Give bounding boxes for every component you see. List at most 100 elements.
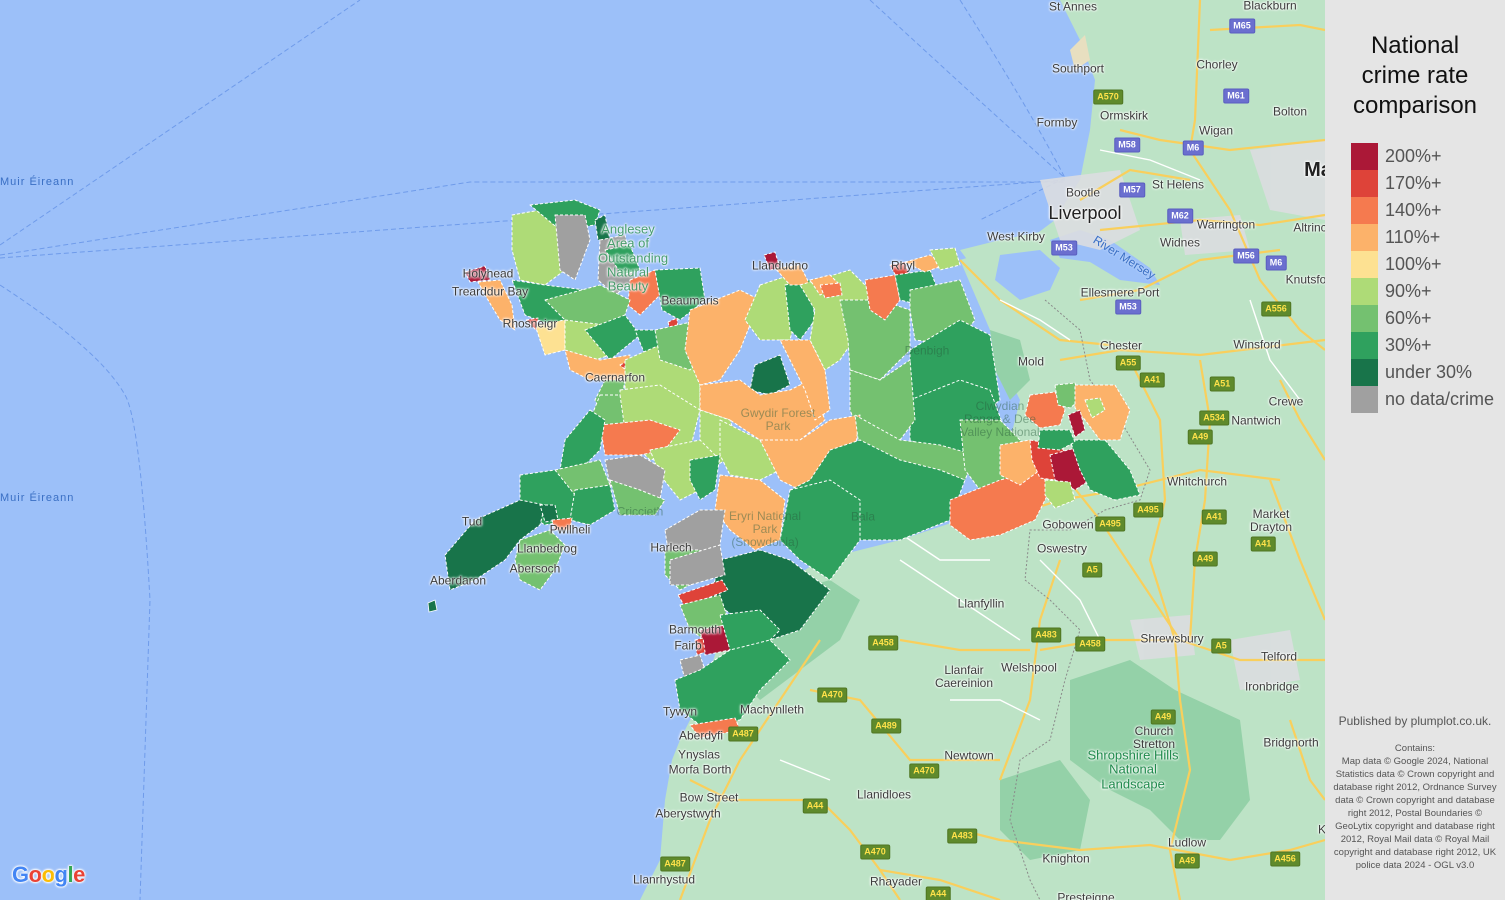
- road-shield: M65: [1229, 18, 1255, 34]
- place-label: Oswestry: [1036, 541, 1088, 556]
- legend-swatch: [1351, 197, 1378, 224]
- place-label: Rhayader: [869, 874, 923, 889]
- place-label: Telford: [1260, 649, 1298, 664]
- legend-title-line: comparison: [1352, 92, 1478, 119]
- road-shield: M53: [1051, 240, 1077, 256]
- road-shield: M6: [1265, 255, 1287, 271]
- legend-item-under-30: under 30%: [1351, 359, 1494, 386]
- legend-swatch: [1351, 143, 1378, 170]
- place-label: West Kirby: [987, 229, 1045, 244]
- place-label: Llanfair Caereinion: [934, 662, 994, 690]
- region-30[interactable]: [569, 484, 616, 526]
- place-label: Bridgnorth: [1263, 735, 1319, 750]
- sea-label: Muir Éireann: [0, 492, 75, 504]
- legend-title-line: crime rate: [1361, 62, 1469, 89]
- place-label: Harlech: [650, 540, 692, 555]
- legend-label: 90%+: [1385, 281, 1432, 301]
- legend-label: 140%+: [1385, 200, 1442, 220]
- place-label: Llanfyllin: [957, 596, 1005, 611]
- place-label: Knutsfo: [1285, 272, 1325, 287]
- place-label: Ormskirk: [1100, 108, 1148, 123]
- place-label: Southport: [1051, 61, 1105, 76]
- place-label: Wigan: [1198, 123, 1234, 138]
- road-shield: A5: [1211, 638, 1231, 654]
- legend-item-30: 30%+: [1351, 332, 1494, 359]
- legend-label: 100%+: [1385, 254, 1442, 274]
- region-60[interactable]: [514, 529, 566, 591]
- legend-item-100: 100%+: [1351, 251, 1494, 278]
- road-shield: A483: [1031, 627, 1061, 643]
- legend-item-90: 90%+: [1351, 278, 1494, 305]
- road-shield: A534: [1199, 410, 1229, 426]
- road-shield: A49: [1192, 551, 1218, 567]
- road-shield: A456: [1270, 851, 1300, 867]
- road-shield: M53: [1115, 299, 1141, 315]
- place-label: Ironbridge: [1244, 679, 1300, 694]
- road-shield: M61: [1223, 88, 1249, 104]
- legend-title-line: National: [1370, 32, 1460, 59]
- place-label: Rhosneigr: [502, 316, 558, 331]
- place-label: Formby: [1036, 115, 1078, 130]
- region-under-30[interactable]: [749, 354, 791, 396]
- place-label: Criccieth: [616, 504, 664, 519]
- contains-label: Contains:: [1394, 743, 1436, 754]
- place-label: Ludlow: [1167, 835, 1207, 850]
- legend-item-170: 170%+: [1351, 170, 1494, 197]
- road-shield: A44: [802, 798, 828, 814]
- place-label: Ma: [1304, 159, 1325, 181]
- region-bardsey[interactable]: [427, 599, 438, 613]
- place-label: Trearddur Bay: [451, 284, 529, 299]
- place-label: Beaumaris: [661, 293, 719, 308]
- park-label: Clwydian Range & Dee Valley National: [960, 399, 1040, 440]
- region-no-data[interactable]: [554, 214, 591, 281]
- logo-letter: e: [73, 862, 85, 887]
- legend-label: 30%+: [1385, 335, 1432, 355]
- legend-title: National crime rate comparison: [1325, 31, 1505, 121]
- legend-panel: National crime rate comparison 200%+ 170…: [1325, 0, 1505, 900]
- place-label: Altrinc: [1293, 220, 1325, 235]
- legend-swatch: [1351, 170, 1378, 197]
- road-shield: A458: [1075, 636, 1105, 652]
- legend-swatch: [1351, 359, 1378, 386]
- legend-label: 110%+: [1385, 227, 1441, 247]
- road-shield: A487: [660, 856, 690, 872]
- place-label: Winsford: [1233, 337, 1281, 352]
- road-shield: M62: [1167, 208, 1193, 224]
- place-label: Chorley: [1196, 57, 1238, 72]
- road-shield: A41: [1250, 536, 1276, 552]
- place-label: Market Drayton: [1249, 506, 1293, 534]
- logo-letter: o: [41, 862, 55, 887]
- place-label: Llanidloes: [856, 787, 912, 802]
- road-shield: A483: [947, 828, 977, 844]
- legend-swatch: [1351, 332, 1378, 359]
- road-shield: A49: [1187, 429, 1213, 445]
- place-label: Warrington: [1196, 217, 1256, 232]
- place-label: Newtown: [944, 748, 994, 763]
- place-label: Liverpool: [1048, 203, 1122, 224]
- road-shield: A556: [1261, 301, 1291, 317]
- logo-letter: g: [54, 862, 68, 887]
- park-label: Eryri National Park (Snowdonia): [728, 509, 802, 550]
- place-label: Presteigne: [1057, 890, 1115, 900]
- place-label: Gobowen: [1042, 517, 1094, 532]
- place-label: Aberdyfi: [678, 728, 724, 743]
- logo-letter: G: [12, 862, 29, 887]
- legend-label: no data/crime: [1385, 389, 1495, 409]
- road-shield: A570: [1093, 89, 1123, 105]
- place-label: St Annes: [1048, 0, 1098, 14]
- place-label: Machynlleth: [739, 702, 805, 717]
- place-label: Llanbedrog: [516, 541, 578, 556]
- logo-letter: o: [28, 862, 42, 887]
- legend-item-110: 110%+: [1351, 224, 1494, 251]
- road-shield: A41: [1201, 509, 1227, 525]
- road-shield: A44: [925, 886, 951, 900]
- google-logo: Google: [12, 862, 85, 888]
- crime-rate-map[interactable]: Muir Éireann Muir Éireann St Annes Black…: [0, 0, 1325, 900]
- place-label: Ellesmere Port: [1080, 285, 1160, 300]
- place-label: Aberdaron: [429, 573, 487, 588]
- park-label: Anglesey Area of Outstanding Natural Bea…: [598, 221, 669, 294]
- road-shield: M6: [1182, 140, 1204, 156]
- road-shield: A51: [1209, 376, 1235, 392]
- place-label: K: [1317, 822, 1325, 837]
- place-label: Bootle: [1065, 185, 1101, 200]
